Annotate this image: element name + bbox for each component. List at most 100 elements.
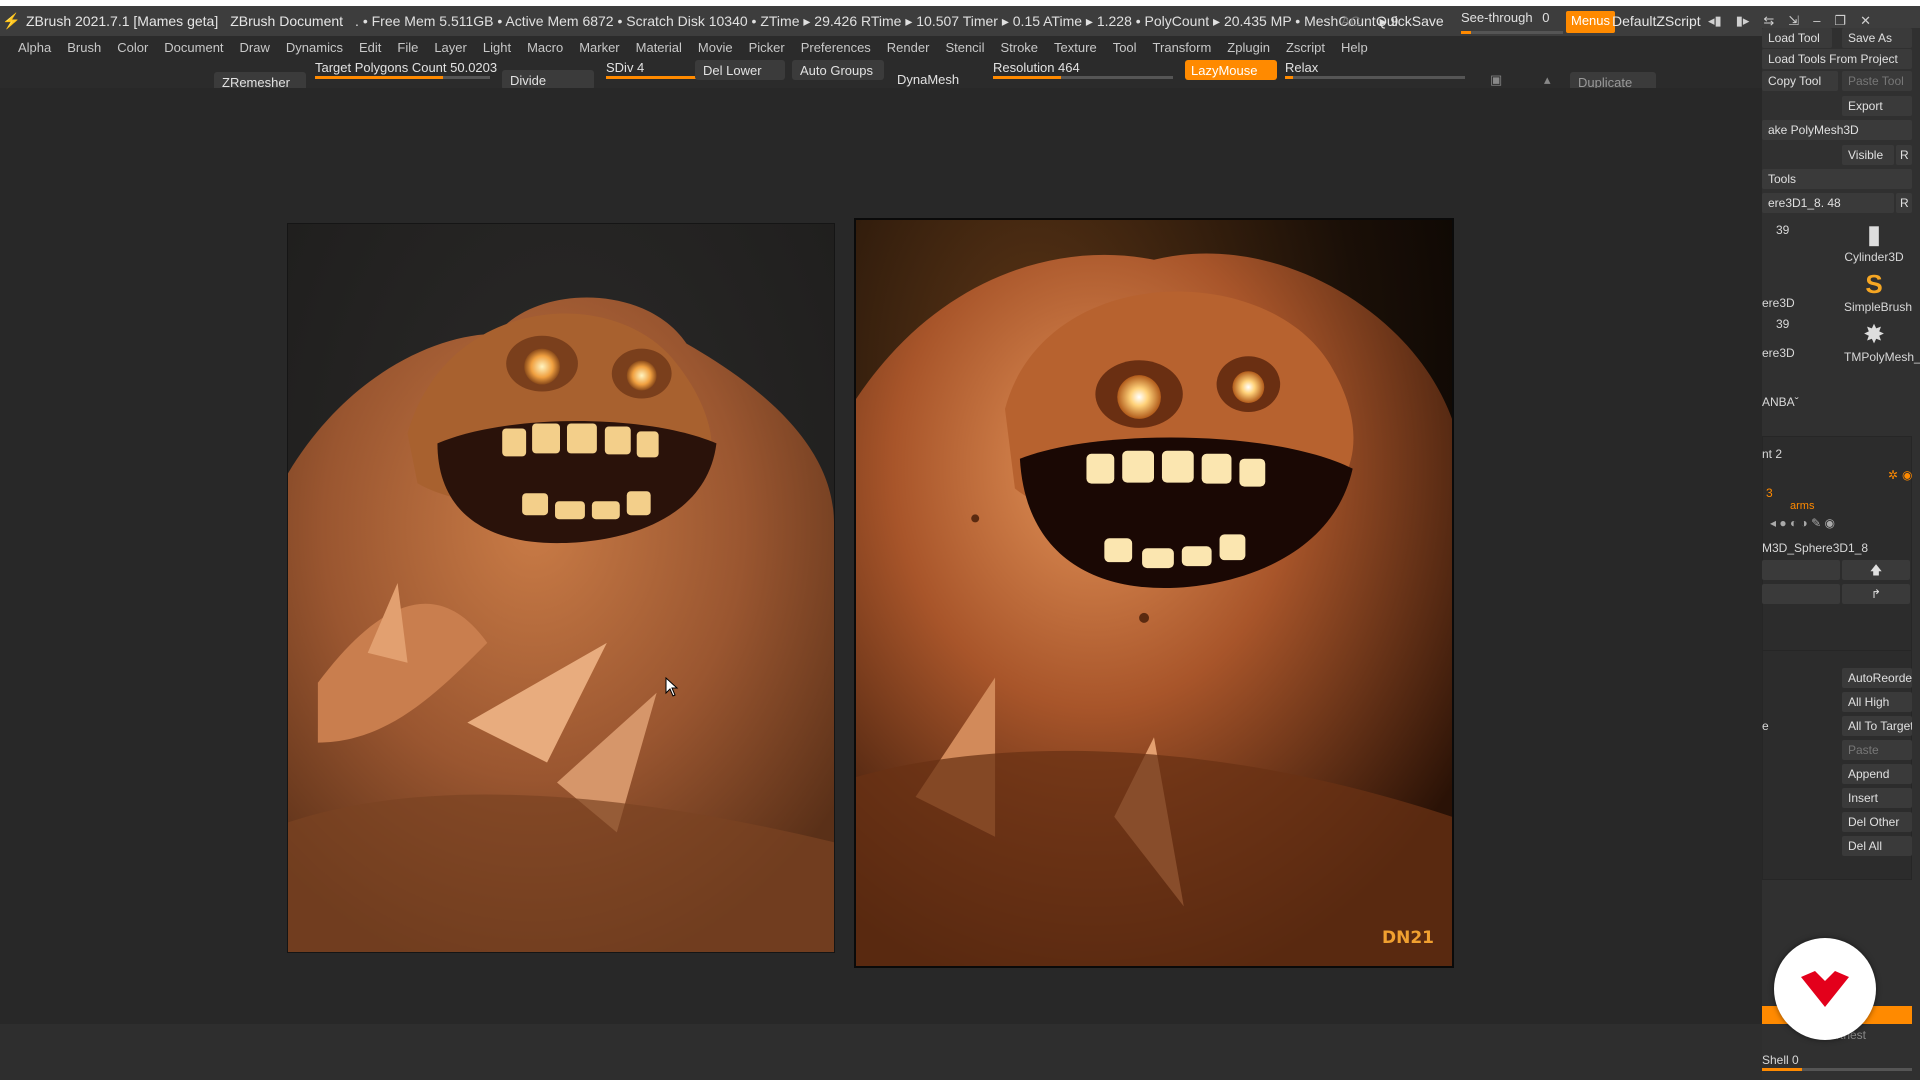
creature-render-image [856, 253, 1452, 966]
menu-layer[interactable]: Layer [434, 40, 467, 55]
top-shelf: ZRemesher Target Polygons Count 50.0203 … [0, 58, 1760, 92]
e-label: e [1762, 719, 1769, 733]
menu-zscript[interactable]: Zscript [1286, 40, 1325, 55]
subtool-arms-label: arms [1790, 500, 1815, 512]
menu-transform[interactable]: Transform [1153, 40, 1212, 55]
menu-alpha[interactable]: Alpha [18, 40, 51, 55]
divide-button[interactable]: Divide [502, 70, 594, 90]
del-other-button[interactable]: Del Other [1842, 812, 1912, 832]
sdiv-slider[interactable]: SDiv 4 [606, 60, 644, 75]
subtool-row-icons[interactable]: ◂ ● ◐ ◑ ✎ ◉ [1770, 516, 1835, 530]
restore-icon[interactable]: ❐ [1834, 13, 1846, 29]
layout-left-icon[interactable]: ◂▮ [1708, 13, 1722, 29]
quicksave-button[interactable]: QuickSave [1376, 13, 1444, 29]
layout-right-icon[interactable]: ▮▸ [1736, 13, 1750, 29]
menu-render[interactable]: Render [887, 40, 930, 55]
menu-document[interactable]: Document [164, 40, 223, 55]
all-high-button[interactable]: All High [1842, 692, 1912, 712]
target-polygons-slider[interactable]: Target Polygons Count 50.0203 [315, 60, 497, 75]
copy-tool-button[interactable]: Copy Tool [1762, 71, 1838, 91]
menu-marker[interactable]: Marker [579, 40, 619, 55]
document-menu[interactable]: ZBrush Document [230, 13, 343, 29]
subtool-empty-button-a[interactable] [1762, 560, 1840, 580]
menu-macro[interactable]: Macro [527, 40, 563, 55]
visible-r-button[interactable]: R [1896, 145, 1912, 165]
menu-movie[interactable]: Movie [698, 40, 733, 55]
menu-color[interactable]: Color [117, 40, 148, 55]
tool-r-button[interactable]: R [1896, 193, 1912, 213]
auto-groups-button[interactable]: Auto Groups [792, 60, 884, 80]
simplebrush-label: SimpleBrush [1844, 300, 1913, 314]
export-button[interactable]: Export [1842, 96, 1912, 116]
subtool-empty-button-b[interactable] [1762, 584, 1840, 604]
relax-slider[interactable]: Relax [1285, 60, 1318, 75]
paste-button[interactable]: Paste [1842, 740, 1912, 760]
see-through-label: See-through [1461, 10, 1533, 25]
tools-header[interactable]: Tools [1762, 169, 1912, 189]
document-canvas[interactable]: DN21 [0, 88, 1762, 1024]
menu-draw[interactable]: Draw [240, 40, 270, 55]
window-controls: ◂▮ ▮▸ ⇆ ⇲ – ❐ ✕ [1708, 13, 1871, 29]
visible-button[interactable]: Visible [1842, 145, 1894, 165]
pin-icon[interactable]: ▴ [1544, 72, 1551, 88]
subtool-settings-icon[interactable]: ✲ [1888, 468, 1898, 482]
menu-zplugin[interactable]: Zplugin [1227, 40, 1270, 55]
layout-dock-icon[interactable]: ⇲ [1788, 13, 1799, 29]
creature-sculpt-image [288, 297, 834, 952]
autoreorder-button[interactable]: AutoReorder [1842, 668, 1912, 688]
close-icon[interactable]: ✕ [1860, 13, 1871, 29]
simplebrush-tool[interactable]: S SimpleBrush [1844, 268, 1912, 314]
tmpolymesh-tool[interactable]: ✸ TMPolyMesh_1 [1844, 318, 1920, 364]
menu-picker[interactable]: Picker [749, 40, 785, 55]
menu-file[interactable]: File [397, 40, 418, 55]
menu-tool[interactable]: Tool [1113, 40, 1137, 55]
insert-button[interactable]: Insert [1842, 788, 1912, 808]
shell-slider[interactable]: Shell 0 [1762, 1053, 1799, 1067]
tool-count-b: 39 [1776, 317, 1790, 331]
dynamesh-button[interactable]: DynaMesh [897, 72, 959, 87]
menu-bar: Alpha Brush Color Document Draw Dynamics… [0, 36, 1760, 58]
minimize-icon[interactable]: – [1813, 13, 1820, 29]
move-up-arrow-icon[interactable]: 🡅 [1842, 560, 1910, 580]
layout-swap-icon[interactable]: ⇆ [1763, 13, 1774, 29]
menu-dynamics[interactable]: Dynamics [286, 40, 343, 55]
current-tool-slider[interactable]: ere3D1_8. 48 [1762, 193, 1894, 213]
cylinder3d-tool[interactable]: ▮ Cylinder3D [1844, 218, 1904, 264]
menu-stencil[interactable]: Stencil [945, 40, 984, 55]
frame-icon[interactable]: ▣ [1490, 72, 1502, 88]
ac-button[interactable]: AC [1341, 13, 1360, 29]
load-tool-button[interactable]: Load Tool [1762, 28, 1832, 48]
resolution-slider[interactable]: Resolution 464 [993, 60, 1080, 75]
lazymouse-button[interactable]: LazyMouse [1185, 60, 1277, 80]
append-button[interactable]: Append [1842, 764, 1912, 784]
sculpt-render-left [287, 223, 835, 953]
subtool-eye-icon[interactable]: ◉ [1902, 468, 1912, 482]
save-as-button[interactable]: Save As [1842, 28, 1912, 48]
shell-track[interactable] [1762, 1068, 1912, 1071]
resolution-track[interactable] [993, 76, 1173, 79]
make-polymesh3d-button[interactable]: ake PolyMesh3D [1762, 120, 1912, 140]
relax-track[interactable] [1285, 76, 1465, 79]
del-lower-button[interactable]: Del Lower [695, 60, 785, 80]
menu-stroke[interactable]: Stroke [1000, 40, 1038, 55]
heart-logo-icon [1801, 971, 1849, 1007]
menu-brush[interactable]: Brush [67, 40, 101, 55]
sdiv-track[interactable] [606, 76, 696, 79]
see-through-slider[interactable]: See-through 0 [1461, 10, 1563, 34]
target-polygons-track[interactable] [315, 76, 490, 79]
menus-toggle-button[interactable]: Menus [1566, 11, 1616, 33]
menu-material[interactable]: Material [636, 40, 682, 55]
menu-preferences[interactable]: Preferences [801, 40, 871, 55]
load-tools-from-project-button[interactable]: Load Tools From Project [1762, 49, 1912, 69]
del-all-button[interactable]: Del All [1842, 836, 1912, 856]
menu-edit[interactable]: Edit [359, 40, 381, 55]
default-zscript-button[interactable]: DefaultZScript [1612, 13, 1701, 29]
active-subtool-name[interactable]: M3D_Sphere3D1_8 [1762, 541, 1868, 555]
menu-help[interactable]: Help [1341, 40, 1368, 55]
all-to-target-button[interactable]: All To Target [1842, 716, 1912, 736]
menu-texture[interactable]: Texture [1054, 40, 1097, 55]
menu-light[interactable]: Light [483, 40, 511, 55]
redo-arrow-icon[interactable]: ↱ [1842, 584, 1910, 604]
paste-tool-button[interactable]: Paste Tool [1842, 71, 1912, 91]
tool-count-a: 39 [1776, 223, 1790, 237]
